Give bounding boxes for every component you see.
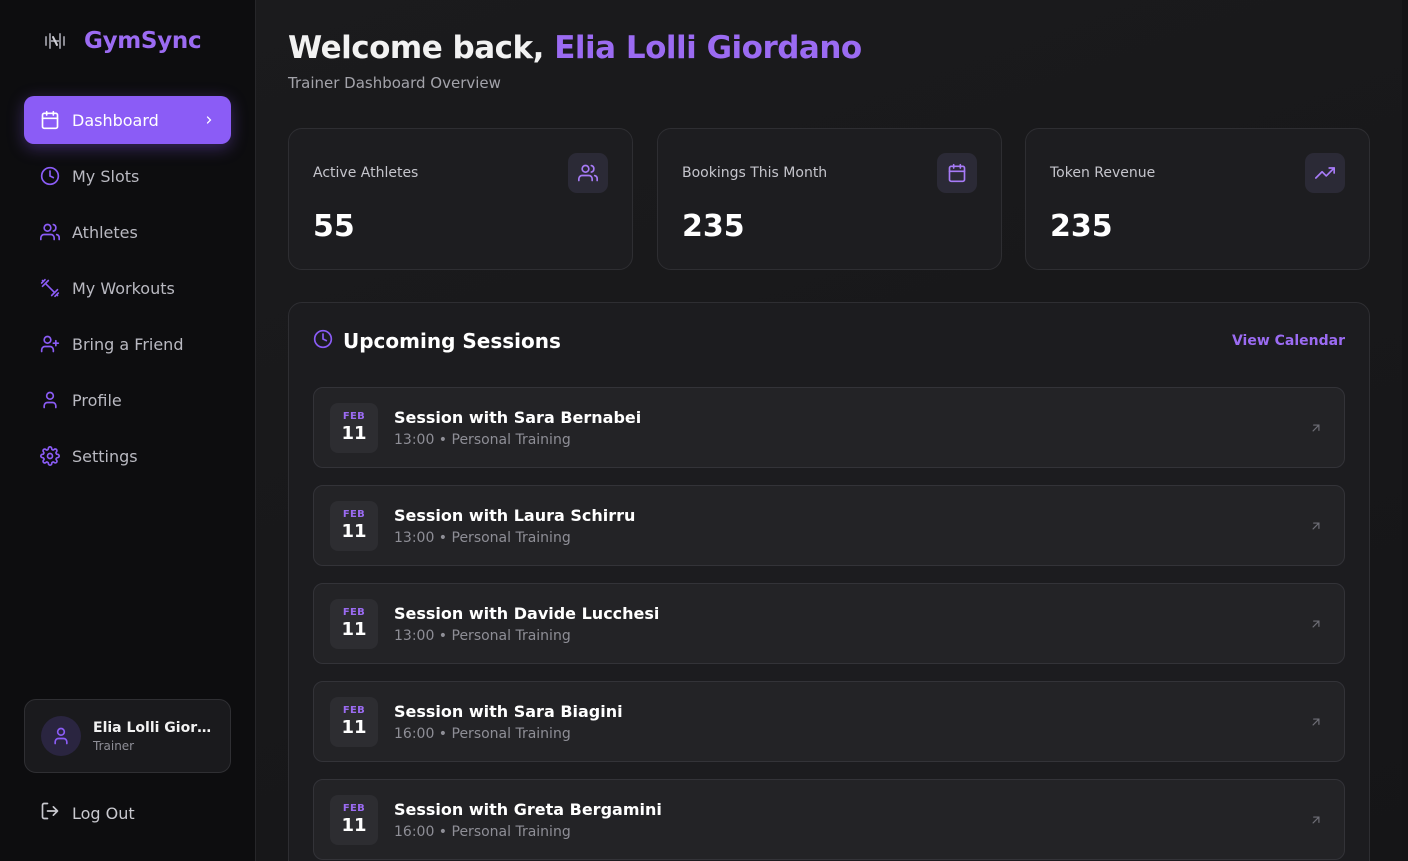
stat-value: 235 xyxy=(1050,209,1113,244)
date-day: 11 xyxy=(341,815,367,836)
session-item[interactable]: FEB 11 Session with Sara Biagini 16:00 •… xyxy=(313,681,1345,762)
sidebar: GymSync Dashboard My Slots Athletes My W… xyxy=(0,0,256,861)
users-icon xyxy=(40,222,60,242)
date-day: 11 xyxy=(341,717,367,738)
session-item[interactable]: FEB 11 Session with Davide Lucchesi 13:0… xyxy=(313,583,1345,664)
session-item[interactable]: FEB 11 Session with Sara Bernabei 13:00 … xyxy=(313,387,1345,468)
scrollbar[interactable] xyxy=(1402,0,1408,861)
arrow-up-right-icon[interactable] xyxy=(1308,518,1324,534)
sidebar-nav: Dashboard My Slots Athletes My Workouts … xyxy=(24,96,231,488)
date-month: FEB xyxy=(342,705,366,716)
upcoming-sessions-panel: Upcoming Sessions View Calendar FEB 11 S… xyxy=(288,302,1370,861)
sidebar-item-label: Bring a Friend xyxy=(72,334,184,354)
date-badge: FEB 11 xyxy=(330,403,378,453)
welcome-user-name: Elia Lolli Giordano xyxy=(554,30,862,66)
sidebar-item-label: Dashboard xyxy=(72,110,159,130)
date-month: FEB xyxy=(342,509,366,520)
date-badge: FEB 11 xyxy=(330,501,378,551)
avatar xyxy=(41,716,81,756)
sessions-header: Upcoming Sessions xyxy=(313,329,561,353)
stat-label: Bookings This Month xyxy=(682,165,828,181)
clock-icon xyxy=(40,166,60,186)
sidebar-item-label: Athletes xyxy=(72,222,138,242)
session-meta: 13:00 • Personal Training xyxy=(394,432,571,448)
stat-label: Active Athletes xyxy=(313,165,419,181)
welcome-prefix: Welcome back, xyxy=(288,30,544,66)
stat-card-bookings-this-month: Bookings This Month 235 xyxy=(657,128,1002,270)
sidebar-item-label: My Slots xyxy=(72,166,140,186)
dumbbell-logo-icon xyxy=(42,28,68,54)
view-calendar-link[interactable]: View Calendar xyxy=(1232,333,1345,349)
page-title: Welcome back, Elia Lolli Giordano xyxy=(288,30,862,66)
session-item[interactable]: FEB 11 Session with Laura Schirru 13:00 … xyxy=(313,485,1345,566)
sidebar-item-settings[interactable]: Settings xyxy=(24,432,231,480)
sidebar-item-label: Settings xyxy=(72,446,138,466)
session-title: Session with Sara Bernabei xyxy=(394,408,642,427)
sidebar-item-bring-a-friend[interactable]: Bring a Friend xyxy=(24,320,231,368)
trending-up-icon xyxy=(1305,153,1345,193)
gear-icon xyxy=(40,446,60,466)
session-item[interactable]: FEB 11 Session with Greta Bergamini 16:0… xyxy=(313,779,1345,860)
stat-label: Token Revenue xyxy=(1050,165,1156,181)
logout-button[interactable]: Log Out xyxy=(40,800,135,826)
calendar-icon xyxy=(40,110,60,130)
date-day: 11 xyxy=(341,619,367,640)
session-meta: 16:00 • Personal Training xyxy=(394,824,571,840)
log-out-icon xyxy=(40,801,60,825)
brand-name: GymSync xyxy=(84,28,202,54)
date-month: FEB xyxy=(342,803,366,814)
date-month: FEB xyxy=(342,411,366,422)
dumbbell-icon xyxy=(40,278,60,298)
clock-icon xyxy=(313,329,333,353)
page-subtitle: Trainer Dashboard Overview xyxy=(288,74,501,92)
sidebar-item-profile[interactable]: Profile xyxy=(24,376,231,424)
session-title: Session with Davide Lucchesi xyxy=(394,604,660,623)
calendar-icon xyxy=(937,153,977,193)
brand[interactable]: GymSync xyxy=(42,26,202,56)
user-card[interactable]: Elia Lolli Giordano Trainer xyxy=(24,699,231,773)
stat-value: 55 xyxy=(313,209,355,244)
sidebar-item-my-workouts[interactable]: My Workouts xyxy=(24,264,231,312)
date-day: 11 xyxy=(341,521,367,542)
sidebar-item-dashboard[interactable]: Dashboard xyxy=(24,96,231,144)
sidebar-item-label: My Workouts xyxy=(72,278,175,298)
sidebar-item-my-slots[interactable]: My Slots xyxy=(24,152,231,200)
user-role: Trainer xyxy=(93,738,135,753)
users-icon xyxy=(568,153,608,193)
date-badge: FEB 11 xyxy=(330,697,378,747)
date-day: 11 xyxy=(341,423,367,444)
arrow-up-right-icon[interactable] xyxy=(1308,714,1324,730)
arrow-up-right-icon[interactable] xyxy=(1308,420,1324,436)
sessions-title: Upcoming Sessions xyxy=(343,329,561,353)
user-meta: Elia Lolli Giordano Trainer xyxy=(93,720,218,753)
session-meta: 13:00 • Personal Training xyxy=(394,628,571,644)
date-badge: FEB 11 xyxy=(330,599,378,649)
session-meta: 16:00 • Personal Training xyxy=(394,726,571,742)
session-title: Session with Laura Schirru xyxy=(394,506,636,525)
user-icon xyxy=(40,390,60,410)
date-badge: FEB 11 xyxy=(330,795,378,845)
stat-card-token-revenue: Token Revenue 235 xyxy=(1025,128,1370,270)
main-content: Welcome back, Elia Lolli Giordano Traine… xyxy=(256,0,1408,861)
user-plus-icon xyxy=(40,334,60,354)
arrow-up-right-icon[interactable] xyxy=(1308,616,1324,632)
sidebar-item-athletes[interactable]: Athletes xyxy=(24,208,231,256)
stat-card-active-athletes: Active Athletes 55 xyxy=(288,128,633,270)
session-meta: 13:00 • Personal Training xyxy=(394,530,571,546)
logout-label: Log Out xyxy=(72,803,135,823)
session-title: Session with Greta Bergamini xyxy=(394,800,662,819)
user-icon xyxy=(54,727,68,745)
user-name: Elia Lolli Giordano xyxy=(93,719,218,736)
stat-value: 235 xyxy=(682,209,745,244)
app: GymSync Dashboard My Slots Athletes My W… xyxy=(0,0,1408,861)
session-title: Session with Sara Biagini xyxy=(394,702,623,721)
date-month: FEB xyxy=(342,607,366,618)
sidebar-item-label: Profile xyxy=(72,390,122,410)
chevron-right-icon xyxy=(203,114,215,126)
arrow-up-right-icon[interactable] xyxy=(1308,812,1324,828)
